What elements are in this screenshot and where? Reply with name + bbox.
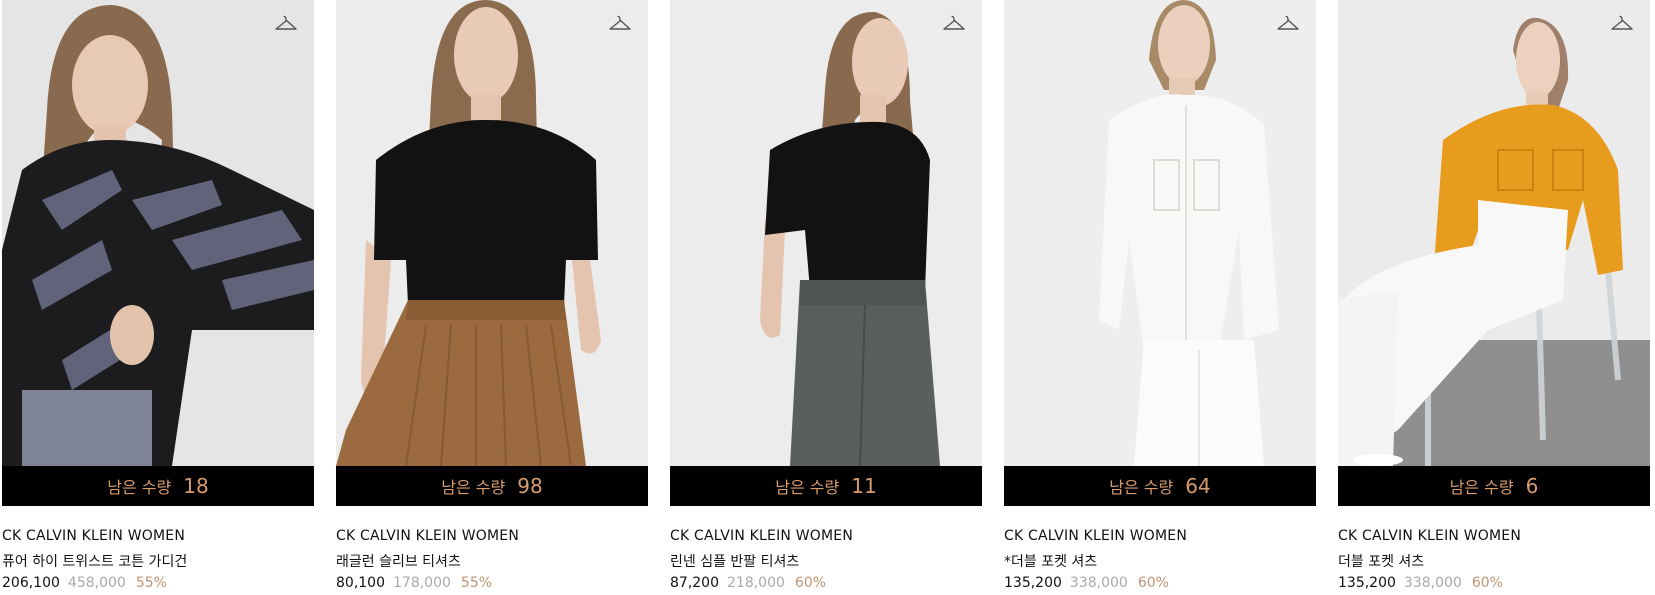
- hanger-icon[interactable]: [1276, 14, 1300, 34]
- product-card[interactable]: 남은 수량 98 CK CALVIN KLEIN WOMEN 래글런 슬리브 티…: [336, 0, 648, 595]
- product-name[interactable]: 더블 포켓 셔츠: [1338, 551, 1424, 571]
- price-row: 135,200 338,000 60%: [1338, 575, 1503, 591]
- product-card[interactable]: 남은 수량 6 CK CALVIN KLEIN WOMEN 더블 포켓 셔츠 1…: [1338, 0, 1650, 595]
- remaining-stock-bar: 남은 수량 6: [1338, 466, 1650, 506]
- sale-price: 87,200: [670, 575, 719, 591]
- price-row: 135,200 338,000 60%: [1004, 575, 1169, 591]
- product-image[interactable]: [1338, 0, 1650, 466]
- brand-name[interactable]: CK CALVIN KLEIN WOMEN: [670, 528, 853, 544]
- hanger-icon[interactable]: [608, 14, 632, 34]
- discount-rate: 60%: [794, 575, 827, 591]
- product-name[interactable]: 래글런 슬리브 티셔츠: [336, 551, 461, 571]
- stock-label: 남은 수량: [1449, 478, 1514, 497]
- product-card[interactable]: 남은 수량 64 CK CALVIN KLEIN WOMEN *더블 포켓 셔츠…: [1004, 0, 1316, 595]
- brand-name[interactable]: CK CALVIN KLEIN WOMEN: [1338, 528, 1521, 544]
- price-row: 206,100 458,000 55%: [2, 575, 167, 591]
- stock-count: 11: [851, 474, 877, 498]
- product-image[interactable]: [1004, 0, 1316, 466]
- original-price: 338,000: [1069, 575, 1128, 591]
- brand-name[interactable]: CK CALVIN KLEIN WOMEN: [2, 528, 185, 544]
- sale-price: 80,100: [336, 575, 385, 591]
- price-row: 87,200 218,000 60%: [670, 575, 826, 591]
- product-name[interactable]: 퓨어 하이 트위스트 코튼 가디건: [2, 551, 187, 571]
- brand-name[interactable]: CK CALVIN KLEIN WOMEN: [336, 528, 519, 544]
- discount-rate: 60%: [1471, 575, 1503, 591]
- product-image[interactable]: [336, 0, 648, 466]
- product-grid: 남은 수량 18 CK CALVIN KLEIN WOMEN 퓨어 하이 트위스…: [0, 0, 1655, 595]
- brand-name[interactable]: CK CALVIN KLEIN WOMEN: [1004, 528, 1187, 544]
- sale-price: 135,200: [1338, 575, 1396, 591]
- stock-label: 남은 수량: [1109, 478, 1174, 497]
- stock-label: 남은 수량: [441, 478, 506, 497]
- original-price: 458,000: [67, 575, 126, 591]
- original-price: 178,000: [393, 575, 451, 591]
- remaining-stock-bar: 남은 수량 98: [336, 466, 648, 506]
- stock-count: 6: [1525, 474, 1539, 498]
- stock-count: 98: [517, 474, 543, 498]
- stock-label: 남은 수량: [107, 478, 172, 497]
- stock-count: 64: [1185, 474, 1211, 498]
- product-card[interactable]: 남은 수량 18 CK CALVIN KLEIN WOMEN 퓨어 하이 트위스…: [2, 0, 314, 595]
- sale-price: 135,200: [1004, 575, 1062, 591]
- product-name[interactable]: 린넨 심플 반팔 티셔츠: [670, 551, 799, 571]
- price-row: 80,100 178,000 55%: [336, 575, 492, 591]
- remaining-stock-bar: 남은 수량 64: [1004, 466, 1316, 506]
- remaining-stock-bar: 남은 수량 18: [2, 466, 314, 506]
- stock-count: 18: [183, 474, 209, 498]
- sale-price: 206,100: [2, 575, 60, 591]
- hanger-icon[interactable]: [274, 14, 298, 34]
- discount-rate: 55%: [135, 575, 167, 591]
- product-name[interactable]: *더블 포켓 셔츠: [1004, 551, 1097, 571]
- discount-rate: 55%: [460, 575, 493, 591]
- remaining-stock-bar: 남은 수량 11: [670, 466, 982, 506]
- original-price: 218,000: [727, 575, 785, 591]
- product-image[interactable]: [2, 0, 314, 466]
- stock-label: 남은 수량: [775, 478, 840, 497]
- product-image[interactable]: [670, 0, 982, 466]
- original-price: 338,000: [1403, 575, 1462, 591]
- hanger-icon[interactable]: [1610, 14, 1634, 34]
- product-card[interactable]: 남은 수량 11 CK CALVIN KLEIN WOMEN 린넨 심플 반팔 …: [670, 0, 982, 595]
- hanger-icon[interactable]: [942, 14, 966, 34]
- discount-rate: 60%: [1137, 575, 1169, 591]
